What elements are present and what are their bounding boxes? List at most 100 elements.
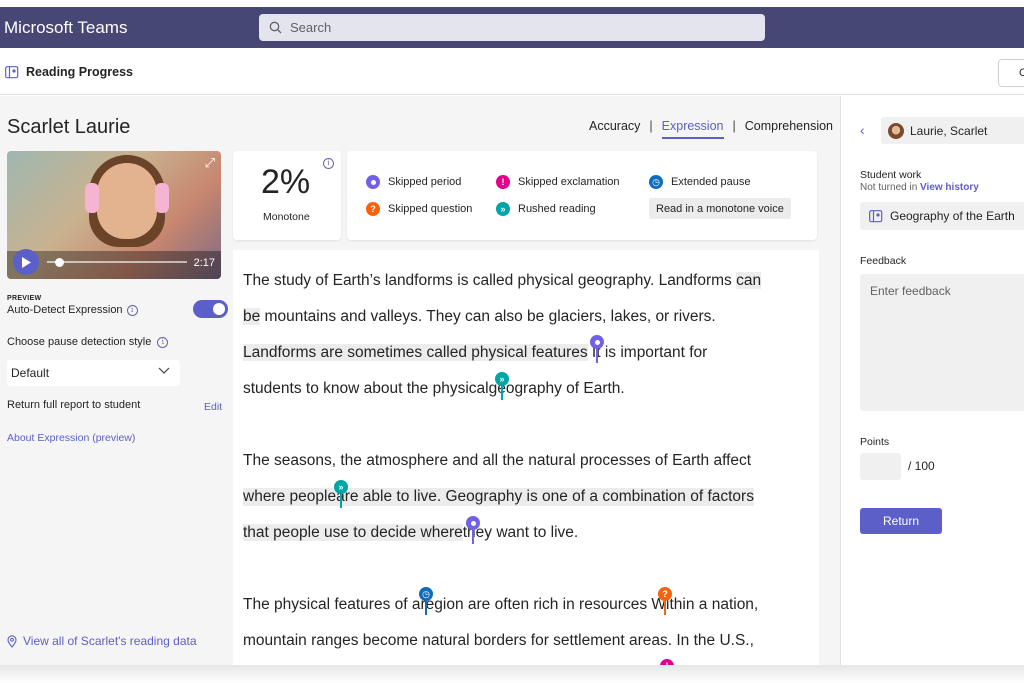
video-progress-knob[interactable]: [55, 258, 64, 267]
video-duration: 2:17: [193, 257, 215, 269]
tab-expression[interactable]: Expression: [661, 119, 724, 139]
passage-text: The seasons, the: [243, 452, 367, 469]
passage-text: features of a: [330, 596, 421, 613]
video-progress-track[interactable]: [47, 261, 187, 263]
app-name: Reading Progress: [26, 65, 133, 79]
headphone-right: [155, 183, 169, 213]
passage-line: Landforms are sometimes called physical …: [243, 344, 707, 362]
window-bottom-edge: [0, 665, 1024, 683]
about-expression-link[interactable]: About Expression (preview): [7, 432, 135, 444]
teams-header: Microsoft Teams Search: [0, 7, 1024, 48]
tab-comprehension[interactable]: Comprehension: [745, 119, 833, 133]
skipped-question-icon: ?: [366, 202, 380, 216]
skipped-period-icon: [466, 516, 480, 530]
submission-status: Not turned in View history: [860, 182, 979, 193]
tab-separator: |: [649, 119, 653, 133]
extended-pause-icon: ◷: [419, 587, 433, 601]
passage-text: The: [243, 596, 275, 613]
monotone-highlight: can: [736, 272, 762, 289]
monotone-caption: Monotone: [263, 211, 310, 223]
passage-text: students to know about the physical: [243, 380, 489, 397]
chevron-left-icon[interactable]: ‹: [860, 122, 865, 138]
passage-text: , lakes, or rivers.: [602, 308, 716, 325]
header-action-button[interactable]: C: [998, 59, 1024, 87]
rushed-reading-icon: »: [496, 202, 510, 216]
video-controls: [7, 251, 221, 279]
reading-progress-icon: [869, 209, 883, 222]
passage-line: The physical features of aregion are oft…: [243, 596, 758, 614]
skipped-period-icon: [590, 335, 604, 349]
passage-text: where people: [243, 488, 337, 505]
passage-line: that people use to decide wherethey want…: [243, 524, 578, 542]
passage-text: natural processes of Earth affect: [523, 452, 752, 469]
pause-style-row: Choose pause detection style i: [7, 336, 169, 348]
expand-icon[interactable]: ⤢: [205, 155, 215, 171]
app-subheader: Reading Progress C: [0, 48, 1024, 95]
legend-label: Rushed reading: [518, 203, 596, 215]
video-player[interactable]: ⤢ 2:17: [7, 151, 221, 279]
expression-legend: Skipped period ! Skipped exclamation ◷ E…: [347, 151, 817, 240]
play-button[interactable]: [13, 249, 39, 275]
feedback-label: Feedback: [860, 255, 907, 267]
search-placeholder: Search: [290, 20, 332, 35]
return-button[interactable]: Return: [860, 508, 942, 534]
monotone-score-card: i 2% Monotone: [233, 151, 341, 240]
student-selector-label: Laurie, Scarlet: [910, 123, 988, 138]
passage-text: are able to live. Geography is one of a: [336, 488, 603, 505]
toggle-knob: [213, 303, 225, 315]
preview-tag: PREVIEW: [7, 295, 42, 302]
auto-detect-toggle[interactable]: [193, 300, 228, 318]
play-icon: [22, 256, 31, 268]
view-all-reading-data-link[interactable]: View all of Scarlet's reading data: [7, 634, 197, 648]
passage-text: is called physical geography. Landforms: [452, 272, 737, 289]
rushed-reading-icon: »: [334, 480, 348, 494]
passage-word: landforms: [384, 272, 453, 289]
tab-separator: |: [732, 119, 736, 133]
feedback-field[interactable]: Enter feedback: [860, 274, 1024, 411]
view-history-link[interactable]: View history: [920, 182, 979, 193]
edit-link[interactable]: Edit: [204, 401, 222, 413]
passage-text: mountains and valleys. They can also be: [260, 308, 549, 325]
student-name: Scarlet Laurie: [7, 116, 131, 138]
legend-label: Skipped question: [388, 203, 473, 215]
legend-skipped-period: Skipped period: [366, 175, 461, 189]
passage-text: region are often rich in resources: [420, 596, 648, 613]
info-icon[interactable]: i: [157, 336, 169, 348]
legend-rushed-reading: » Rushed reading: [496, 202, 596, 216]
passage-word: the: [502, 452, 524, 469]
auto-detect-label: Auto-Detect Expression: [7, 304, 123, 316]
reading-progress-icon: [5, 66, 19, 79]
legend-extended-pause: ◷ Extended pause: [649, 175, 751, 189]
info-icon[interactable]: i: [323, 158, 334, 169]
student-work-file[interactable]: Geography of the Earth: [860, 202, 1024, 230]
avatar: [888, 122, 904, 139]
points-max: / 100: [908, 459, 935, 473]
search-input[interactable]: Search: [259, 14, 765, 41]
search-icon: [269, 21, 282, 34]
student-work-label: Student work: [860, 169, 922, 181]
monotone-highlight: Landforms are sometimes called physical …: [243, 344, 588, 361]
passage-line: students to know about the physicalgeogr…: [243, 380, 625, 398]
passage-line: The seasons, the atmosphere and all the …: [243, 452, 751, 470]
pause-style-dropdown[interactable]: Default: [7, 360, 180, 386]
legend-label: Skipped period: [388, 176, 462, 188]
pause-style-value: Default: [11, 366, 50, 380]
legend-label: Skipped exclamation: [518, 176, 620, 188]
monotone-percent: 2%: [261, 163, 311, 201]
student-selector[interactable]: Laurie, Scarlet: [881, 117, 1024, 144]
file-name: Geography of the Earth: [890, 209, 1015, 223]
passage-line: The study of Earth’s landforms is called…: [243, 272, 762, 290]
monotone-highlight: be: [243, 308, 261, 325]
legend-skipped-question: ? Skipped question: [366, 202, 472, 216]
info-icon[interactable]: i: [126, 304, 138, 316]
passage-text: mountain ranges become natural borders f…: [243, 632, 754, 649]
points-input[interactable]: [860, 453, 901, 480]
passage-text: they want to live.: [462, 524, 579, 541]
monotone-highlight: that people use to decide where: [243, 524, 463, 541]
tab-accuracy[interactable]: Accuracy: [589, 119, 640, 133]
passage-word: atmosphere: [366, 452, 449, 469]
auto-detect-row: Auto-Detect Expression i: [7, 304, 138, 316]
passage-word: physical: [274, 596, 331, 613]
points-label: Points: [860, 436, 890, 448]
passage-text: and all: [448, 452, 503, 469]
